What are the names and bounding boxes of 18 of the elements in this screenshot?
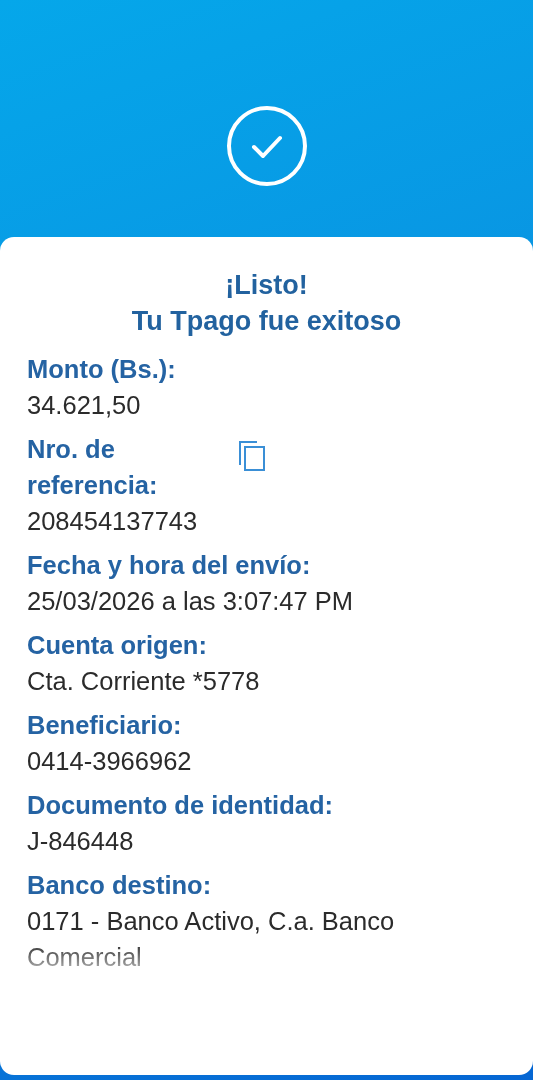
field-value: 34.621,50 <box>27 390 142 421</box>
field-value: Cta. Corriente *5778 <box>27 666 261 697</box>
success-subtitle: Tu Tpago fue exitoso <box>130 305 403 338</box>
field-label: Cuenta origen: <box>27 630 208 661</box>
field-value: 0171 - Banco Activo, C.a. Banco Comercial <box>27 906 396 973</box>
field-value: 208454137743 <box>27 506 199 537</box>
field-value: 0414-3966962 <box>27 746 193 777</box>
success-check-icon <box>225 104 308 187</box>
field-label: Documento de identidad: <box>27 790 334 821</box>
field-label: Nro. de referencia: <box>27 434 159 501</box>
copy-icon[interactable] <box>239 441 265 471</box>
field-value: J-846448 <box>27 826 135 857</box>
field-label: Banco destino: <box>27 870 213 901</box>
field-value: 25/03/2026 a las 3:07:47 PM <box>27 586 355 617</box>
success-title: ¡Listo! <box>224 269 309 302</box>
field-label: Fecha y hora del envío: <box>27 550 312 581</box>
field-label: Monto (Bs.): <box>27 354 177 385</box>
field-label: Beneficiario: <box>27 710 183 741</box>
